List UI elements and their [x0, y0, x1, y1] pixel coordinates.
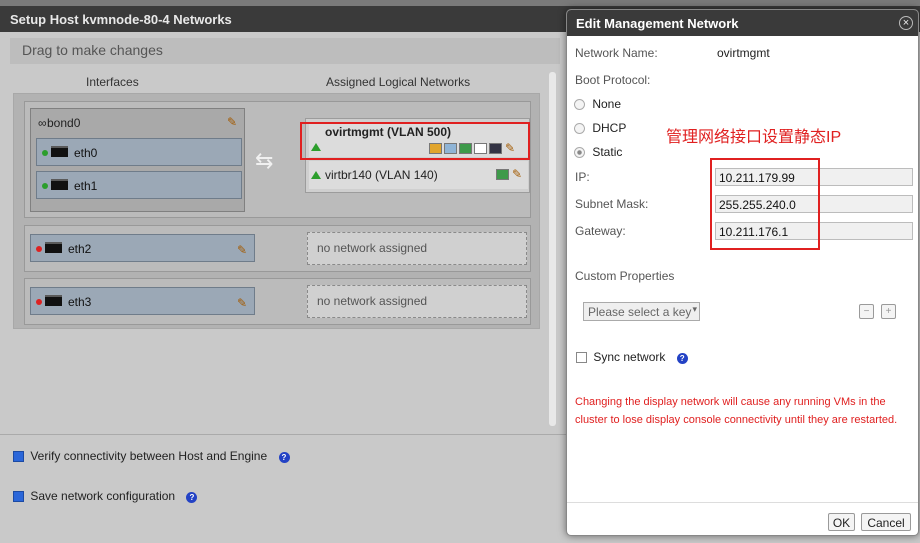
nic-icon [45, 242, 62, 253]
network-name-label: Network Name: [575, 46, 658, 60]
nic-eth3[interactable]: eth3 ✎ [30, 287, 255, 315]
edit-nic-pencil-icon[interactable]: ✎ [237, 243, 247, 257]
display-network-warning: Changing the display network will cause … [575, 396, 898, 426]
verify-checkbox[interactable] [13, 451, 24, 463]
sync-network-option[interactable]: Sync network ? [576, 350, 688, 364]
annotation-highlight [710, 158, 820, 250]
ok-button[interactable]: OK [828, 513, 855, 531]
help-icon[interactable]: ? [676, 353, 688, 364]
network-name-value: ovirtmgmt [717, 46, 770, 60]
interface-row-eth2: eth2 ✎ no network assigned [24, 225, 531, 272]
radio-label: None [592, 97, 622, 111]
chain-icon: ∞ [38, 116, 47, 130]
link-down-icon [36, 246, 42, 252]
nic-name: eth3 [68, 295, 92, 309]
select-placeholder: Please select a key [588, 305, 692, 319]
ip-label: IP: [575, 170, 590, 184]
custom-property-key-select[interactable]: Please select a key ▾ [583, 302, 700, 321]
close-icon[interactable]: × [899, 16, 913, 30]
nic-eth2[interactable]: eth2 ✎ [30, 234, 255, 262]
save-config-option[interactable]: Save network configuration ? [13, 489, 198, 503]
edit-bond-pencil-icon[interactable]: ✎ [227, 115, 237, 129]
radio-label: Static [592, 145, 623, 159]
radio-dhcp[interactable] [574, 123, 585, 135]
nic-name: eth2 [68, 242, 92, 256]
connector-arrows-icon: ⇆ [255, 148, 274, 173]
edit-dialog-title: Edit Management Network [567, 10, 918, 36]
nic-name: eth0 [74, 146, 98, 160]
save-config-checkbox[interactable] [13, 491, 24, 503]
nic-eth0[interactable]: eth0 [36, 138, 242, 166]
unassigned-network-slot[interactable]: no network assigned [307, 285, 527, 318]
boot-option-dhcp[interactable]: DHCP [574, 121, 626, 135]
radio-label: DHCP [592, 121, 627, 135]
divider [567, 502, 918, 503]
boot-option-static[interactable]: Static [574, 145, 622, 159]
radio-static[interactable] [574, 147, 585, 159]
nic-name: eth1 [74, 179, 98, 193]
boot-option-none[interactable]: None [574, 97, 621, 111]
nic-icon [51, 179, 68, 190]
help-icon[interactable]: ? [278, 452, 290, 463]
network-virtbr140[interactable]: virtbr140 (VLAN 140) ✎ [309, 161, 528, 189]
interface-row-eth3: eth3 ✎ no network assigned [24, 278, 531, 325]
gateway-label: Gateway: [575, 224, 626, 238]
vm-network-icon [496, 169, 509, 180]
boot-protocol-label: Boot Protocol: [575, 73, 651, 87]
subnet-mask-label: Subnet Mask: [575, 197, 649, 211]
nic-icon [45, 295, 62, 306]
interfaces-header: Interfaces [86, 75, 139, 89]
assigned-networks-header: Assigned Logical Networks [326, 75, 471, 89]
verify-label: Verify connectivity between Host and Eng… [30, 449, 268, 463]
nic-icon [51, 146, 68, 157]
link-down-icon [36, 299, 42, 305]
bond-bond0[interactable]: ∞ bond0 ✎ eth0 eth1 [30, 108, 245, 212]
network-up-icon [311, 171, 321, 179]
edit-management-network-dialog: Edit Management Network × Network Name: … [566, 9, 919, 536]
nic-eth1[interactable]: eth1 [36, 171, 242, 199]
remove-property-button[interactable]: − [859, 304, 874, 319]
help-icon[interactable]: ? [186, 492, 198, 503]
setup-dialog-subtitle: Drag to make changes [10, 38, 560, 64]
add-property-button[interactable]: + [881, 304, 896, 319]
chevron-down-icon: ▾ [692, 304, 697, 315]
radio-none[interactable] [574, 99, 585, 111]
link-up-icon [42, 150, 48, 156]
annotation-text: 管理网络接口设置静态IP [666, 129, 842, 146]
save-config-label: Save network configuration [30, 489, 176, 503]
verify-connectivity-option[interactable]: Verify connectivity between Host and Eng… [13, 449, 290, 463]
sync-network-label: Sync network [593, 350, 666, 364]
cancel-button[interactable]: Cancel [861, 513, 911, 531]
sync-network-checkbox[interactable] [576, 352, 587, 364]
annotation-highlight [300, 122, 530, 160]
divider [0, 434, 566, 435]
vertical-scrollbar[interactable] [549, 72, 556, 426]
custom-properties-label: Custom Properties [575, 269, 675, 283]
edit-network-pencil-icon[interactable]: ✎ [512, 167, 522, 181]
network-name: virtbr140 (VLAN 140) [325, 168, 438, 182]
bond-name: bond0 [47, 116, 81, 130]
unassigned-network-slot[interactable]: no network assigned [307, 232, 527, 265]
link-up-icon [42, 183, 48, 189]
edit-nic-pencil-icon[interactable]: ✎ [237, 296, 247, 310]
